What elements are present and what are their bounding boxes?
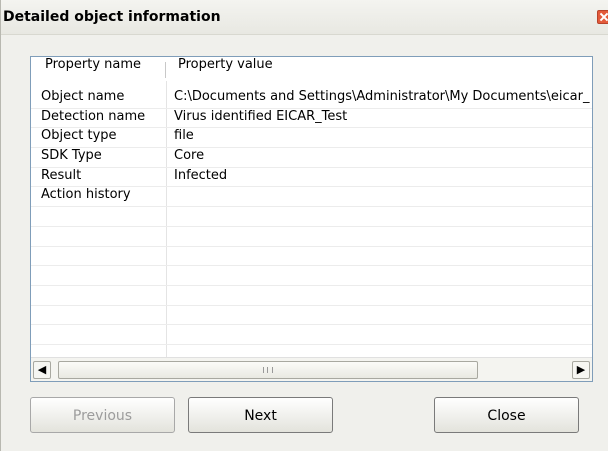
window-title: Detailed object information [3,9,221,25]
property-value-cell: Virus identified EICAR_Test [174,108,348,124]
table-row[interactable]: Object type file [31,128,592,149]
grid-header: Property name Property value [31,57,592,81]
next-button[interactable]: Next [188,397,333,433]
scrollbar-thumb[interactable] [58,361,478,379]
table-row[interactable]: Object name C:\Documents and Settings\Adm… [31,89,592,109]
property-grid[interactable]: Property name Property value Object name… [30,56,593,382]
table-row[interactable] [31,227,592,247]
property-value-cell: Core [174,148,205,164]
property-value-cell [174,266,592,285]
property-name-cell [41,286,165,305]
property-value-cell [174,187,592,206]
property-name-cell [41,325,165,344]
table-row[interactable]: SDK Type Core [31,148,592,168]
property-value-cell: C:\Documents and Settings\Administrator\… [174,89,590,104]
property-name-cell [41,247,165,266]
property-name-cell [41,266,165,285]
property-name-cell: Detection name [41,108,146,124]
title-bar[interactable]: Detailed object information [1,0,608,35]
property-name-cell: Action history [41,187,131,203]
grid-rows: Object name C:\Documents and Settings\Adm… [31,89,592,365]
property-name-cell [41,227,165,246]
property-value-cell [174,227,592,246]
property-value-cell: Infected [174,167,228,183]
table-row[interactable] [31,266,592,286]
table-row[interactable] [31,247,592,267]
dialog-window: Detailed object information Property nam… [0,0,608,451]
previous-button[interactable]: Previous [30,397,175,433]
property-name-cell [41,306,165,325]
property-value-cell: file [174,128,194,144]
property-value-cell [174,325,592,344]
grip-icon [263,367,273,373]
column-separator[interactable] [165,62,166,78]
table-row[interactable] [31,286,592,306]
table-row[interactable] [31,207,592,227]
property-value-cell [174,207,592,226]
close-button[interactable]: Close [434,397,579,433]
table-row[interactable]: Result Infected [31,168,592,188]
property-value-cell [174,247,592,266]
property-value-cell [174,286,592,305]
table-row[interactable] [31,306,592,326]
arrow-left-icon[interactable]: ◀ [33,361,51,379]
property-name-cell: Object name [41,89,125,104]
arrow-right-icon[interactable]: ▶ [572,361,590,379]
property-name-cell: SDK Type [41,148,102,164]
table-row[interactable]: Detection name Virus identified EICAR_Tes… [31,109,592,129]
property-name-cell [41,207,165,226]
property-name-cell: Object type [41,128,117,144]
column-header-property-name[interactable]: Property name [45,57,141,81]
column-header-property-value[interactable]: Property value [178,57,273,81]
horizontal-scrollbar[interactable]: ◀ ▶ [31,357,592,381]
property-name-cell: Result [41,167,82,183]
table-row[interactable]: Action history [31,187,592,208]
table-row[interactable] [31,325,592,345]
close-icon[interactable] [597,10,608,24]
property-value-cell [174,306,592,325]
